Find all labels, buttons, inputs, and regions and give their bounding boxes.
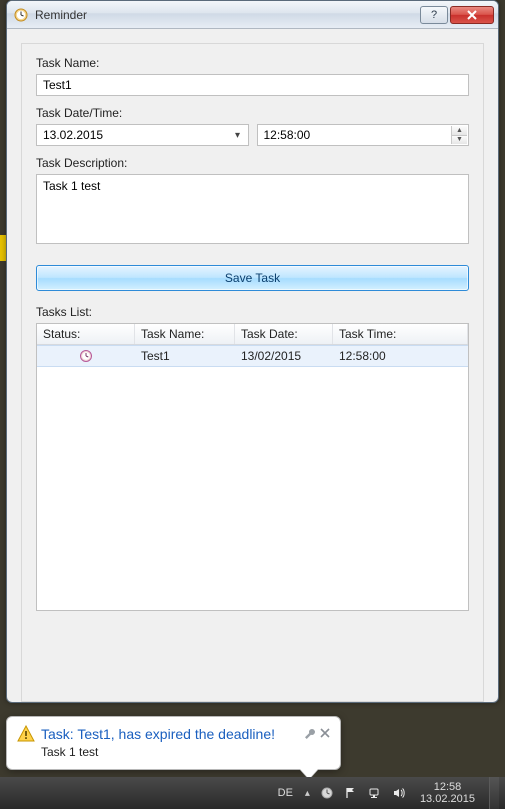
volume-icon[interactable]: [392, 786, 406, 800]
reminder-window: Reminder ? Task Name: Task Date/Time: 13…: [6, 0, 499, 703]
titlebar[interactable]: Reminder ?: [7, 1, 498, 29]
table-row[interactable]: Test1 13/02/2015 12:58:00: [37, 345, 468, 367]
task-description-input[interactable]: Task 1 test: [36, 174, 469, 244]
help-button[interactable]: ?: [420, 6, 448, 24]
cell-task-name: Test1: [135, 346, 235, 366]
task-time-value: 12:58:00: [264, 128, 311, 142]
task-name-label: Task Name:: [36, 56, 469, 70]
tasks-list-label: Tasks List:: [36, 305, 469, 319]
task-description-label: Task Description:: [36, 156, 469, 170]
window-title: Reminder: [35, 8, 420, 22]
wrench-icon[interactable]: [304, 728, 316, 740]
tray-overflow-icon[interactable]: ▴: [305, 788, 310, 799]
spin-up-icon[interactable]: ▲: [451, 126, 467, 136]
tasks-grid: Status: Task Name: Task Date: Task Time:: [36, 323, 469, 611]
col-task-date[interactable]: Task Date:: [235, 324, 333, 344]
form-panel: Task Name: Task Date/Time: 13.02.2015 ▾ …: [21, 43, 484, 702]
clock-date: 13.02.2015: [420, 793, 475, 805]
cell-task-time: 12:58:00: [333, 346, 468, 366]
close-icon[interactable]: [320, 728, 330, 740]
balloon-title: Task: Test1, has expired the deadline!: [41, 726, 298, 742]
status-cell: [37, 346, 135, 366]
col-status[interactable]: Status:: [37, 324, 135, 344]
task-datetime-label: Task Date/Time:: [36, 106, 469, 120]
task-date-value: 13.02.2015: [43, 128, 103, 142]
col-task-time[interactable]: Task Time:: [333, 324, 468, 344]
network-icon[interactable]: [368, 786, 382, 800]
col-task-name[interactable]: Task Name:: [135, 324, 235, 344]
tray-app-icon[interactable]: [320, 786, 334, 800]
save-task-button[interactable]: Save Task: [36, 265, 469, 291]
warning-icon: [17, 725, 35, 743]
notification-balloon[interactable]: Task: Test1, has expired the deadline! T…: [6, 716, 341, 770]
chevron-down-icon: ▾: [230, 127, 246, 143]
grid-header: Status: Task Name: Task Date: Task Time:: [37, 324, 468, 345]
clock-time: 12:58: [420, 781, 475, 793]
task-time-spinner[interactable]: 12:58:00 ▲ ▼: [257, 124, 470, 146]
app-icon: [13, 7, 29, 23]
flag-icon[interactable]: [344, 786, 358, 800]
language-indicator[interactable]: DE: [278, 787, 293, 799]
spin-down-icon[interactable]: ▼: [451, 136, 467, 145]
taskbar-clock[interactable]: 12:58 13.02.2015: [416, 781, 479, 805]
balloon-body: Task 1 test: [41, 745, 330, 759]
cell-task-date: 13/02/2015: [235, 346, 333, 366]
clock-expired-icon: [79, 349, 93, 363]
show-desktop-button[interactable]: [489, 777, 499, 809]
close-button[interactable]: [450, 6, 494, 24]
task-name-input[interactable]: [36, 74, 469, 96]
system-tray: DE ▴: [278, 777, 505, 809]
taskbar: DE ▴: [0, 777, 505, 809]
task-date-combo[interactable]: 13.02.2015 ▾: [36, 124, 249, 146]
